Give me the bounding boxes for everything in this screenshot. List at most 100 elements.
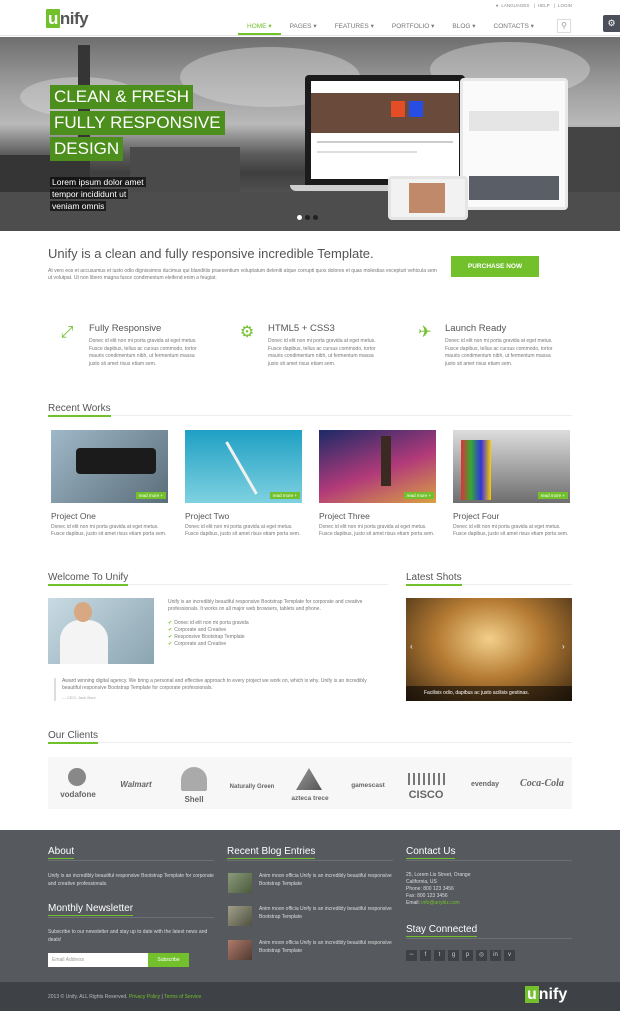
tablet-footer [469, 176, 559, 200]
chevron-left-icon[interactable]: ‹ [410, 642, 413, 651]
rss-icon[interactable]: ∼ [406, 950, 417, 961]
work-image[interactable]: read more + [51, 430, 168, 503]
screen-line [317, 141, 453, 143]
search-icon[interactable]: ⚲ [557, 19, 571, 33]
welcome-intro: Unify is an incredibly beautiful respons… [168, 599, 363, 612]
slider-dot[interactable] [305, 215, 310, 220]
top-link-languages[interactable]: LANGUAGES [501, 3, 529, 8]
read-more-button[interactable]: read more + [403, 492, 434, 499]
footer-logo[interactable]: u nify [525, 986, 567, 1004]
client-logo[interactable]: gamescast [340, 782, 396, 789]
footer-about-text: Unify is an incredibly beautiful respons… [48, 873, 214, 887]
nav-contacts[interactable]: CONTACTS ▾ [485, 17, 543, 35]
shell-mark [181, 767, 207, 791]
top-link-help[interactable]: HELP [538, 3, 550, 8]
subscribe-button[interactable]: Subscribe [148, 953, 189, 967]
office-shape [461, 440, 491, 500]
read-more-button[interactable]: read more + [537, 492, 568, 499]
work-title[interactable]: Project Three [319, 511, 370, 521]
feature-text: Donec id elit non mi porta gravida at eg… [445, 338, 553, 367]
top-links: ● LANGUAGES | HELP | LOGIN [495, 3, 572, 8]
latest-shot-image[interactable]: ‹ › Facilisis odio, dapibus ac justo aci… [406, 598, 572, 701]
screen-line [317, 151, 417, 153]
social-icons: ∼ f t g p ◎ in v [406, 950, 515, 961]
slider-dot[interactable] [313, 215, 318, 220]
footer-newsletter-text: Subscribe to our newsletter and stay up … [48, 929, 208, 943]
laptop-mockup [305, 75, 465, 185]
work-image[interactable]: read more + [453, 430, 570, 503]
chevron-down-icon: ▾ [472, 23, 476, 30]
quote-author: — CEO, Jack Bour [62, 695, 96, 700]
hero-line: CLEAN & FRESH [50, 85, 194, 109]
check-icon: ✔ [168, 620, 173, 626]
client-logo[interactable]: CISCO [402, 789, 450, 801]
work-image[interactable]: read more + [319, 430, 436, 503]
vodafone-mark [68, 768, 86, 786]
client-logo[interactable]: Shell [172, 795, 216, 804]
work-title[interactable]: Project Two [185, 511, 229, 521]
work-text: Donec id elit non mi porta gravida at eg… [453, 524, 569, 537]
top-link-login[interactable]: LOGIN [558, 3, 572, 8]
chevron-right-icon[interactable]: › [562, 642, 565, 651]
work-title[interactable]: Project Four [453, 511, 499, 521]
pinterest-icon[interactable]: p [462, 950, 473, 961]
footer-newsletter-heading: Monthly Newsletter [48, 903, 134, 916]
blog-thumbnail[interactable] [228, 906, 252, 926]
facebook-icon[interactable]: f [420, 950, 431, 961]
welcome-heading: Welcome To Unify [48, 572, 129, 586]
clock-tower-shape [381, 436, 391, 486]
client-logo[interactable]: Coca-Cola [514, 778, 570, 789]
work-title[interactable]: Project One [51, 511, 96, 521]
camera-shape [76, 448, 156, 474]
contact-email-link[interactable]: info@anybiz.com [421, 900, 459, 906]
vimeo-icon[interactable]: v [504, 950, 515, 961]
windmill-shape [225, 441, 258, 495]
blog-entry[interactable]: Anim moon officia Unify is an incredibly… [259, 873, 393, 888]
nav-blog[interactable]: BLOG ▾ [443, 17, 484, 35]
blog-entry[interactable]: Anim moon officia Unify is an incredibly… [259, 940, 393, 955]
linkedin-icon[interactable]: in [490, 950, 501, 961]
main-nav: HOME ▾ PAGES ▾ FEATURES ▾ PORTFOLIO ▾ BL… [238, 17, 543, 35]
feature-text: Donec id elit non mi porta gravida at eg… [89, 338, 197, 367]
screen-banner [311, 93, 459, 133]
work-image[interactable]: read more + [185, 430, 302, 503]
blog-entry[interactable]: Anim moon officia Unify is an incredibly… [259, 906, 393, 921]
nav-pages[interactable]: PAGES ▾ [281, 17, 326, 35]
laptop-screen [311, 81, 459, 179]
nav-features[interactable]: FEATURES ▾ [326, 17, 383, 35]
work-text: Donec id elit non mi porta gravida at eg… [51, 524, 167, 537]
read-more-button[interactable]: read more + [269, 492, 300, 499]
hero-subtext: Lorem ipsum dolor amet tempor incididunt… [50, 177, 146, 211]
chevron-down-icon: ▾ [313, 23, 317, 30]
terms-link[interactable]: Terms of Service [164, 994, 201, 1000]
nav-home[interactable]: HOME ▾ [238, 17, 281, 35]
twitter-icon[interactable]: t [434, 950, 445, 961]
site-logo[interactable]: u nify [46, 9, 89, 29]
latest-shots-heading: Latest Shots [406, 572, 462, 586]
purchase-text: At vero eos et accusamus et iusto odio d… [48, 268, 437, 281]
client-logo[interactable]: azteca trece [284, 795, 336, 802]
client-logo[interactable]: vodafone [52, 790, 104, 799]
hero-headline: CLEAN & FRESH FULLY RESPONSIVE DESIGN [50, 85, 225, 163]
google-plus-icon[interactable]: g [448, 950, 459, 961]
feature-text: Donec id elit non mi porta gravida at eg… [268, 338, 376, 367]
blog-thumbnail[interactable] [228, 940, 252, 960]
footer-stay-heading: Stay Connected [406, 924, 478, 937]
privacy-link[interactable]: Privacy Policy [129, 994, 160, 1000]
email-field[interactable]: Email Address [48, 953, 148, 967]
shot-caption: Facilisis odio, dapibus ac justo acilisi… [424, 690, 530, 696]
blog-thumbnail[interactable] [228, 873, 252, 893]
contact-info: 25, Lorem Lis Street, Orange California,… [406, 872, 471, 906]
dribbble-icon[interactable]: ◎ [476, 950, 487, 961]
purchase-button[interactable]: PURCHASE NOW [451, 256, 539, 277]
nav-portfolio[interactable]: PORTFOLIO ▾ [383, 17, 444, 35]
read-more-button[interactable]: read more + [135, 492, 166, 499]
client-logo[interactable]: Walmart [110, 780, 162, 789]
chevron-down-icon: ▾ [268, 23, 272, 30]
slider-dot[interactable] [297, 215, 302, 220]
work-text: Donec id elit non mi porta gravida at eg… [319, 524, 435, 537]
client-logo[interactable]: evenday [458, 781, 512, 788]
gear-icon[interactable]: ⚙ [603, 15, 620, 32]
client-logo[interactable]: Naturally Green [222, 784, 282, 790]
globe-icon: ● [495, 3, 499, 8]
